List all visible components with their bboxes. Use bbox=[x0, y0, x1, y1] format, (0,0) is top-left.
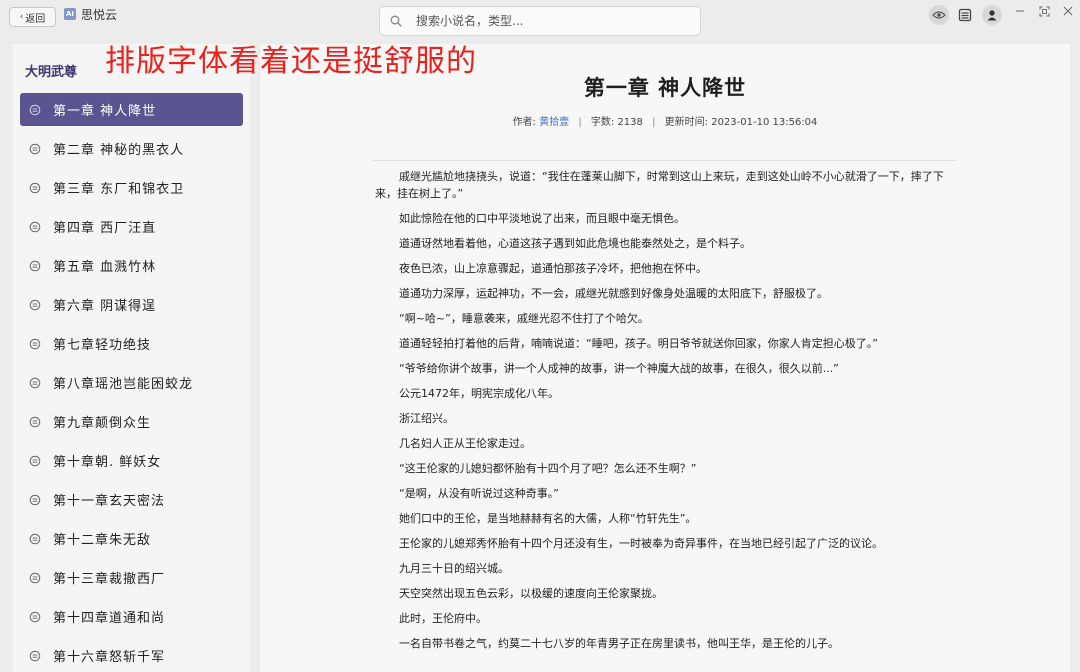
meta-separator: | bbox=[652, 117, 656, 128]
chapter-item-label: 第十二章朱无敌 bbox=[53, 533, 152, 548]
author-link[interactable]: 黄拾壹 bbox=[539, 117, 569, 128]
chapter-item-label: 第十六章怒斩千军 bbox=[53, 650, 166, 665]
content-paragraph: 此时，王伦府中。 bbox=[399, 612, 487, 625]
chapter-item-label: 第九章颠倒众生 bbox=[53, 416, 152, 431]
content-paragraph: 道通讶然地看着他，心道这孩子遇到如此危境也能泰然处之，是个料子。 bbox=[399, 237, 751, 250]
chapter-dot-icon bbox=[29, 299, 41, 310]
eye-icon[interactable] bbox=[929, 5, 949, 25]
reader-pane: 第一章 神人降世 作者: 黄拾壹 | 字数: 2138 | 更新时间: 2023… bbox=[260, 44, 1070, 672]
chapter-item-label: 第十三章裁撤西厂 bbox=[53, 572, 166, 587]
search-icon bbox=[390, 15, 402, 27]
content-paragraph: 九月三十日的绍兴城。 bbox=[399, 562, 509, 575]
chapter-dot-icon bbox=[29, 572, 41, 583]
chapter-item-label: 第一章 神人降世 bbox=[53, 104, 157, 119]
sidebar-chapter-item[interactable]: 第十二章朱无敌 bbox=[20, 522, 243, 555]
chapter-dot-icon bbox=[29, 416, 41, 427]
chapter-dot-icon bbox=[29, 104, 41, 115]
minimize-icon[interactable] bbox=[1013, 4, 1027, 18]
chapter-item-label: 第三章 东厂和锦衣卫 bbox=[53, 182, 185, 197]
chapter-item-label: 第四章 西厂汪直 bbox=[53, 221, 157, 236]
chapter-item-label: 第八章瑶池岂能困蛟龙 bbox=[53, 377, 194, 392]
content-paragraph: 夜色已浓，山上凉意骤起，道通怕那孩子冷坏，把他抱在怀中。 bbox=[399, 262, 707, 275]
chapter-meta: 作者: 黄拾壹 | 字数: 2138 | 更新时间: 2023-01-10 13… bbox=[260, 113, 1070, 128]
meta-separator: | bbox=[578, 117, 582, 128]
sidebar-chapter-item[interactable]: 第十六章怒斩千军 bbox=[20, 639, 243, 672]
chapter-dot-icon bbox=[29, 221, 41, 232]
search-box[interactable] bbox=[379, 6, 701, 36]
chapter-item-label: 第七章轻功绝技 bbox=[53, 338, 152, 353]
chapter-item-label: 第二章 神秘的黑衣人 bbox=[53, 143, 185, 158]
content-paragraph: “啊~哈~”，睡意袭来，戚继光忍不住打了个哈欠。 bbox=[399, 312, 649, 325]
word-count: 2138 bbox=[617, 117, 643, 128]
chapter-dot-icon bbox=[29, 494, 41, 505]
sidebar-chapter-item[interactable]: 第十三章裁撤西厂 bbox=[20, 561, 243, 594]
content-paragraph: 天空突然出现五色云彩，以极缓的速度向王伦家聚拢。 bbox=[399, 587, 663, 600]
chevron-left-icon: ‹ bbox=[19, 12, 24, 22]
chapter-dot-icon bbox=[29, 182, 41, 193]
content-paragraph: 如此惊险在他的口中平淡地说了出来，而且眼中毫无惧色。 bbox=[399, 212, 685, 225]
sidebar-chapter-item[interactable]: 第八章瑶池岂能困蛟龙 bbox=[20, 366, 243, 399]
updated-time: 2023-01-10 13:56:04 bbox=[711, 117, 818, 128]
close-icon[interactable] bbox=[1061, 4, 1075, 18]
sidebar-chapter-item[interactable]: 第十章朝. 鲜妖女 bbox=[20, 444, 243, 477]
app-logo-icon: AI bbox=[64, 8, 76, 20]
sidebar-chapter-item[interactable]: 第七章轻功绝技 bbox=[20, 327, 243, 360]
author-label: 作者: bbox=[512, 117, 536, 128]
content-paragraph: “这王伦家的儿媳妇都怀胎有十四个月了吧？怎么还不生啊？” bbox=[399, 462, 697, 475]
chapter-dot-icon bbox=[29, 533, 41, 544]
chapter-list: 第一章 神人降世第二章 神秘的黑衣人 第三章 东厂和锦衣卫 第四章 西厂汪直 第五章 … bbox=[20, 93, 243, 672]
sidebar-chapter-item[interactable]: 第九章颠倒众生 bbox=[20, 405, 243, 438]
maximize-icon[interactable] bbox=[1037, 4, 1051, 18]
chapter-dot-icon bbox=[29, 143, 41, 154]
content-paragraph: 浙江绍兴。 bbox=[399, 412, 454, 425]
content-paragraph: 一名自带书卷之气，约莫二十七八岁的年青男子正在房里读书，他叫王华，是王伦的儿子。 bbox=[399, 637, 839, 650]
chapter-item-label: 第六章 阴谋得逞 bbox=[53, 299, 157, 314]
word-count-label: 字数: bbox=[590, 117, 615, 128]
overlay-annotation: 排版字体看着还是挺舒服的 bbox=[105, 44, 477, 79]
app-name: 思悦云 bbox=[81, 8, 118, 22]
search-input[interactable] bbox=[416, 14, 676, 28]
sidebar-chapter-item[interactable]: 第四章 西厂汪直 bbox=[20, 210, 243, 243]
sidebar-chapter-item[interactable]: 第十一章玄天密法 bbox=[20, 483, 243, 516]
content-paragraph: 道通功力深厚，运起神功，不一会，戚继光就感到好像身处温暖的太阳底下，舒服极了。 bbox=[399, 287, 828, 300]
chapter-item-label: 第五章 血溅竹林 bbox=[53, 260, 157, 275]
content-paragraph: 几名妇人正从王伦家走过。 bbox=[399, 437, 531, 450]
back-button-label: 返回 bbox=[25, 13, 46, 25]
chapter-dot-icon bbox=[29, 338, 41, 349]
sidebar-chapter-item[interactable]: 第十四章道通和尚 bbox=[20, 600, 243, 633]
updated-label: 更新时间: bbox=[664, 117, 709, 128]
bookshelf-icon[interactable] bbox=[955, 5, 975, 25]
chapter-dot-icon bbox=[29, 650, 41, 661]
sidebar-chapter-item[interactable]: 第三章 东厂和锦衣卫 bbox=[20, 171, 243, 204]
chapter-dot-icon bbox=[29, 260, 41, 271]
chapter-dot-icon bbox=[29, 611, 41, 622]
content-paragraph: 王伦家的儿媳郑秀怀胎有十四个月还没有生，一时被奉为奇异事件，在当地已经引起了广泛… bbox=[399, 537, 883, 550]
content-paragraph: 公元1472年，明宪宗成化八年。 bbox=[399, 387, 559, 400]
sidebar-chapter-item[interactable]: 第一章 神人降世 bbox=[20, 93, 243, 126]
user-avatar-icon[interactable] bbox=[982, 5, 1002, 25]
content-paragraph: “爷爷给你讲个故事，讲一个人成神的故事，讲一个神魔大战的故事，在很久，很久以前.… bbox=[399, 362, 839, 375]
sidebar-chapter-item[interactable]: 第六章 阴谋得逞 bbox=[20, 288, 243, 321]
title-divider bbox=[373, 160, 956, 161]
book-title: 大明武尊 bbox=[25, 65, 78, 80]
content-paragraph: 戚继光尴尬地挠挠头，说道：“我住在蓬莱山脚下，时常到这山上来玩，走到这处山岭不小… bbox=[375, 170, 944, 200]
chapter-dot-icon bbox=[29, 455, 41, 466]
chapter-sidebar: 大明武尊 第一章 神人降世第二章 神秘的黑衣人 第三章 东厂和锦衣卫 第四章 西厂汪… bbox=[13, 44, 250, 672]
chapter-dot-icon bbox=[29, 377, 41, 388]
sidebar-chapter-item[interactable]: 第五章 血溅竹林 bbox=[20, 249, 243, 282]
back-button[interactable]: ‹ 返回 bbox=[9, 7, 56, 27]
chapter-content: 戚继光尴尬地挠挠头，说道：“我住在蓬莱山脚下，时常到这山上来玩，走到这处山岭不小… bbox=[375, 168, 945, 660]
content-paragraph: “是啊，从没有听说过这种奇事。” bbox=[399, 487, 559, 500]
content-paragraph: 她们口中的王伦，是当地赫赫有名的大儒，人称“竹轩先生”。 bbox=[399, 512, 697, 525]
chapter-item-label: 第十章朝. 鲜妖女 bbox=[53, 455, 162, 470]
content-paragraph: 道通轻轻拍打着他的后背，喃喃说道：“睡吧，孩子。明日爷爷就送你回家，你家人肯定担… bbox=[399, 337, 878, 350]
chapter-item-label: 第十四章道通和尚 bbox=[53, 611, 166, 626]
sidebar-chapter-item[interactable]: 第二章 神秘的黑衣人 bbox=[20, 132, 243, 165]
chapter-item-label: 第十一章玄天密法 bbox=[53, 494, 166, 509]
